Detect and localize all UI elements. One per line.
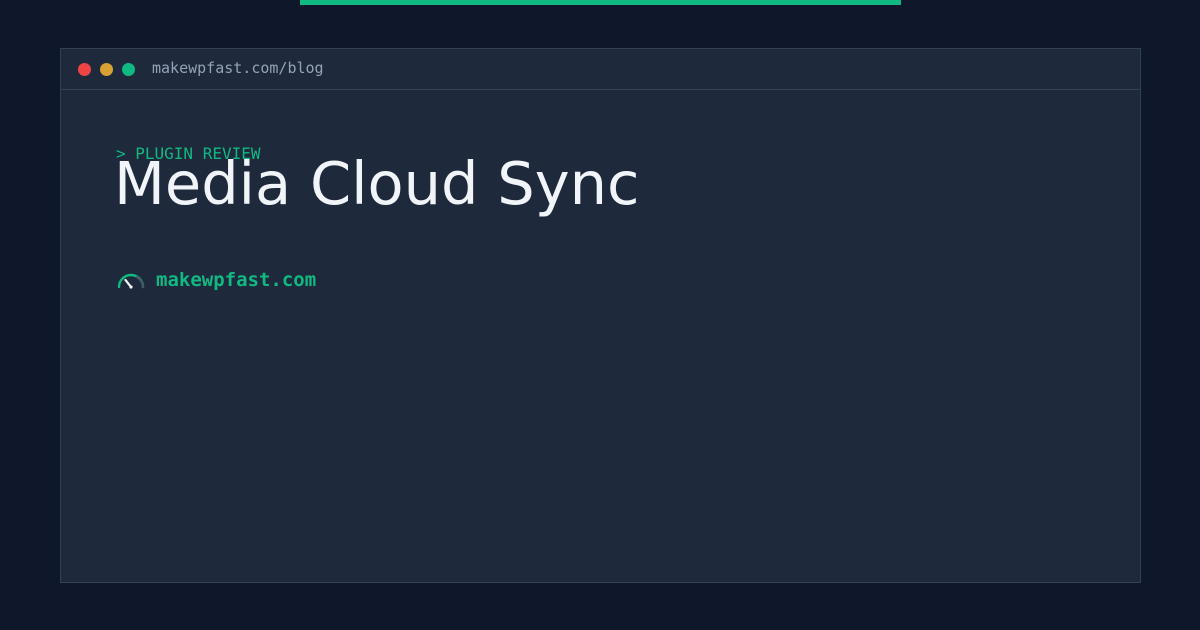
speedometer-icon <box>117 273 145 289</box>
browser-window: makewpfast.com/blog > PLUGIN REVIEW Medi… <box>60 48 1141 583</box>
close-window-dot[interactable] <box>78 63 91 76</box>
page-title: Media Cloud Sync <box>114 149 640 218</box>
brand-name: makewpfast.com <box>156 269 317 291</box>
minimize-window-dot[interactable] <box>100 63 113 76</box>
address-url: makewpfast.com/blog <box>152 59 324 77</box>
top-accent-bar <box>300 0 901 5</box>
window-titlebar: makewpfast.com/blog <box>61 49 1140 90</box>
maximize-window-dot[interactable] <box>122 63 135 76</box>
